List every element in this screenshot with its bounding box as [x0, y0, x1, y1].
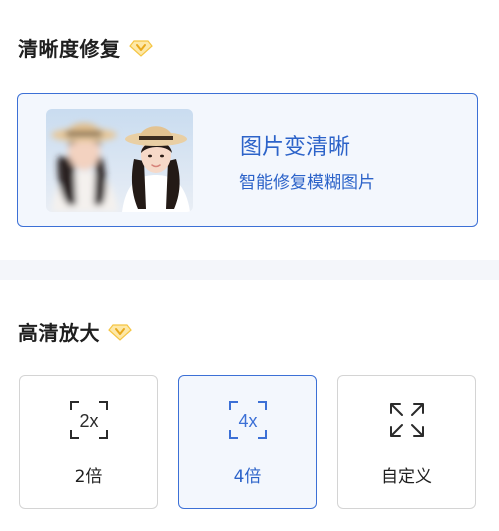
card-subtitle: 智能修复模糊图片 — [239, 173, 375, 193]
upscale-option-4x[interactable]: 4x 4倍 — [178, 375, 317, 509]
upscale-option-2x[interactable]: 2x 2倍 — [19, 375, 158, 509]
scale-2x-icon: 2x — [70, 401, 108, 439]
upscale-option-label: 自定义 — [381, 467, 432, 487]
upscale-option-label: 2倍 — [74, 467, 103, 487]
vip-badge-icon — [108, 323, 132, 341]
upscale-option-label: 4倍 — [233, 467, 262, 487]
scale-4x-icon: 4x — [229, 401, 267, 439]
scale-2x-icon-text: 2x — [79, 411, 98, 431]
upscale-title-text: 高清放大 — [18, 321, 100, 345]
vip-badge-icon — [128, 39, 153, 57]
section-divider — [0, 260, 499, 280]
before-after-preview-image — [46, 109, 193, 212]
upscale-option-custom[interactable]: 自定义 — [337, 375, 476, 509]
clarity-title-text: 清晰度修复 — [18, 37, 121, 61]
expand-arrows-icon — [390, 403, 424, 437]
clarity-section-title: 清晰度修复 — [18, 33, 153, 62]
upscale-section-title: 高清放大 — [18, 317, 132, 346]
card-title: 图片变清晰 — [240, 135, 351, 160]
scale-4x-icon-text: 4x — [238, 411, 257, 431]
clarity-restore-card[interactable]: 图片变清晰 智能修复模糊图片 — [17, 93, 478, 227]
